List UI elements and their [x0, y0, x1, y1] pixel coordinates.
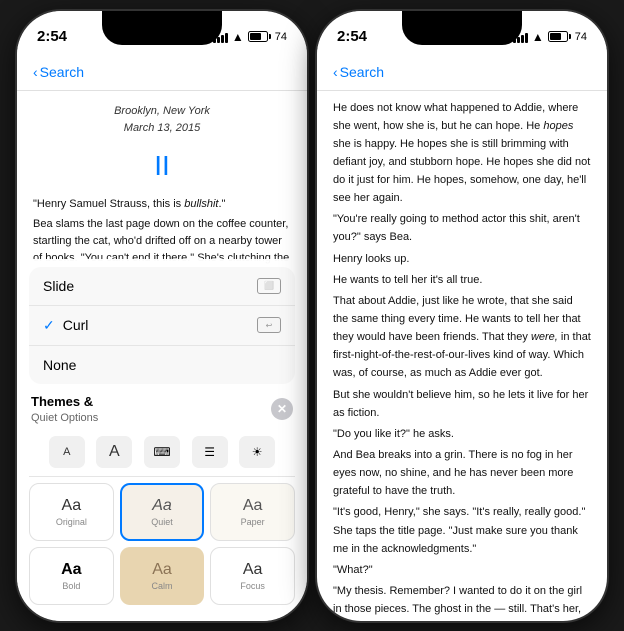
- theme-bold-preview: Aa: [61, 561, 81, 579]
- transition-slide-label: Slide: [43, 278, 74, 294]
- theme-paper-preview: Aa: [243, 497, 263, 515]
- themes-header-left: Themes & Quiet Options: [31, 394, 98, 424]
- theme-focus-preview: Aa: [243, 561, 263, 579]
- nav-bar-right: ‹ Search: [317, 55, 607, 91]
- theme-bold-label: Bold: [62, 581, 80, 591]
- battery-label-right: 74: [575, 31, 587, 43]
- phone-left: 2:54 ▲ 74 ‹: [17, 11, 307, 621]
- back-label-right: Search: [340, 64, 384, 80]
- themes-header: Themes & Quiet Options ✕: [17, 388, 307, 428]
- status-bar-right: 2:54 ▲ 74: [317, 11, 607, 55]
- book-para-1: "Henry Samuel Strauss, this is bullshit.…: [33, 196, 291, 213]
- chevron-left-icon: ‹: [33, 64, 38, 80]
- wifi-icon-left: ▲: [232, 30, 244, 44]
- right-para-4: He wants to tell her it's all true.: [333, 271, 591, 289]
- themes-grid: Aa Original Aa Quiet Aa Paper Aa Bold Aa: [17, 477, 307, 613]
- book-location: Brooklyn, New York March 13, 2015: [33, 103, 291, 138]
- wifi-icon-right: ▲: [532, 30, 544, 44]
- theme-focus-label: Focus: [240, 581, 265, 591]
- battery-icon-left: [248, 31, 271, 42]
- back-button-right[interactable]: ‹ Search: [333, 64, 384, 80]
- transition-slide-item[interactable]: Slide ⬜: [29, 267, 295, 306]
- time-right: 2:54: [337, 28, 367, 45]
- back-button-left[interactable]: ‹ Search: [33, 64, 84, 80]
- right-para-1: He does not know what happened to Addie,…: [333, 99, 591, 208]
- theme-original-label: Original: [56, 517, 87, 527]
- back-label-left: Search: [40, 64, 84, 80]
- right-book-content: He does not know what happened to Addie,…: [317, 91, 607, 621]
- theme-quiet-preview: Aa: [152, 497, 172, 515]
- font-family-button[interactable]: ⌨: [144, 436, 180, 468]
- curl-icon: ↩: [257, 317, 281, 333]
- battery-icon-right: [548, 31, 571, 42]
- transition-none-item[interactable]: None: [29, 346, 295, 384]
- themes-label: Themes &: [31, 394, 93, 409]
- theme-calm-preview: Aa: [152, 561, 172, 579]
- theme-quiet-label: Quiet: [151, 517, 173, 527]
- font-decrease-button[interactable]: A: [49, 436, 85, 468]
- nav-bar-left: ‹ Search: [17, 55, 307, 91]
- notch-left: [102, 11, 222, 45]
- theme-original-preview: Aa: [62, 497, 82, 515]
- transition-none-label: None: [43, 357, 76, 373]
- overlay-panel: Slide ⬜ ✓ Curl ↩ None: [17, 259, 307, 621]
- theme-calm-label: Calm: [151, 581, 172, 591]
- phones-container: 2:54 ▲ 74 ‹: [17, 11, 607, 621]
- chevron-left-icon-right: ‹: [333, 64, 338, 80]
- phone-right: 2:54 ▲ 74 ‹: [317, 11, 607, 621]
- brightness-button[interactable]: ☀: [239, 436, 275, 468]
- battery-label-left: 74: [275, 31, 287, 43]
- time-left: 2:54: [37, 28, 67, 45]
- status-icons-right: ▲ 74: [513, 30, 587, 44]
- theme-calm-card[interactable]: Aa Calm: [120, 547, 205, 605]
- transition-curl-label: Curl: [63, 317, 89, 333]
- right-para-3: Henry looks up.: [333, 250, 591, 268]
- theme-focus-card[interactable]: Aa Focus: [210, 547, 295, 605]
- theme-bold-card[interactable]: Aa Bold: [29, 547, 114, 605]
- theme-paper-label: Paper: [241, 517, 265, 527]
- slide-icon: ⬜: [257, 278, 281, 294]
- right-para-8: And Bea breaks into a grin. There is no …: [333, 446, 591, 500]
- right-para-7: "Do you like it?" he asks.: [333, 425, 591, 443]
- right-para-10: "What?": [333, 561, 591, 579]
- chapter-number: II: [33, 144, 291, 189]
- close-button[interactable]: ✕: [271, 398, 293, 420]
- transition-menu: Slide ⬜ ✓ Curl ↩ None: [29, 267, 295, 384]
- checkmark-icon: ✓: [43, 317, 55, 334]
- right-para-2: "You're really going to method actor thi…: [333, 210, 591, 246]
- theme-original-card[interactable]: Aa Original: [29, 483, 114, 541]
- right-para-5: That about Addie, just like he wrote, th…: [333, 292, 591, 383]
- right-para-11: "My thesis. Remember? I wanted to do it …: [333, 582, 591, 620]
- layout-button[interactable]: ☰: [192, 436, 228, 468]
- right-para-9: "It's good, Henry," she says. "It's real…: [333, 503, 591, 557]
- font-controls: A A ⌨ ☰ ☀: [29, 428, 295, 477]
- right-para-6: But she wouldn't believe him, so he lets…: [333, 386, 591, 422]
- font-increase-button[interactable]: A: [96, 436, 132, 468]
- theme-paper-card[interactable]: Aa Paper: [210, 483, 295, 541]
- transition-curl-item[interactable]: ✓ Curl ↩: [29, 306, 295, 346]
- theme-quiet-card[interactable]: Aa Quiet: [120, 483, 205, 541]
- quiet-options-label: Quiet Options: [31, 412, 98, 424]
- status-icons-left: ▲ 74: [213, 30, 287, 44]
- status-bar-left: 2:54 ▲ 74: [17, 11, 307, 55]
- notch-right: [402, 11, 522, 45]
